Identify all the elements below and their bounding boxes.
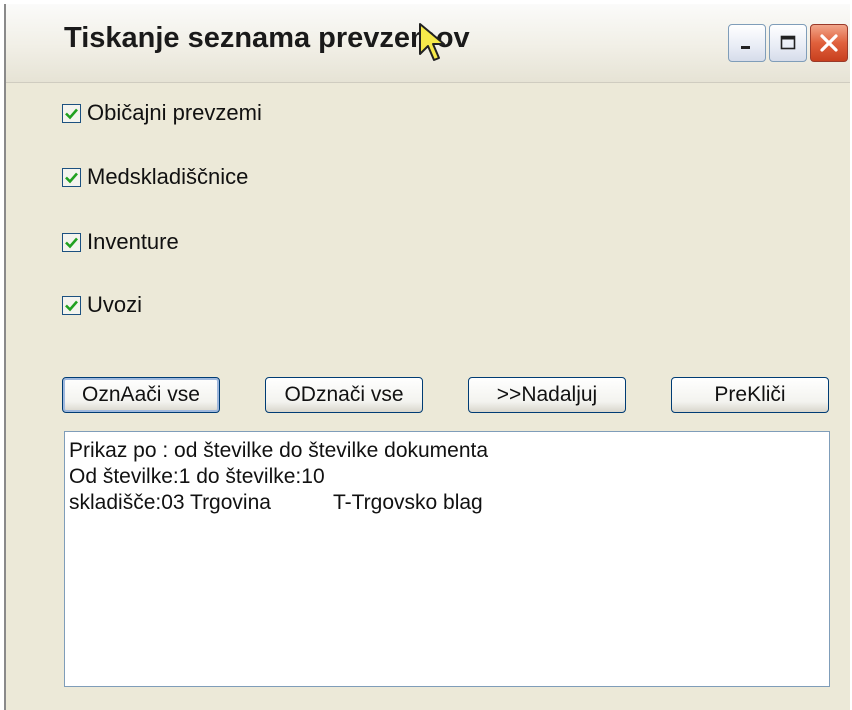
warehouse-label: skladišče:03 Trgovina [69,491,271,514]
list-item: Od številke:1 do številke:10 [69,465,325,488]
maximize-button[interactable] [769,24,807,62]
deselect-all-button[interactable]: ODznači vse [265,377,423,413]
minimize-button[interactable] [728,24,766,62]
checkbox-medskladiscnice[interactable]: Medskladiščnice [62,164,249,189]
select-all-button[interactable]: OznAači vse [62,377,220,413]
dialog-window: Tiskanje seznama prevzemov Običajni prev… [4,4,850,710]
checkbox-label: Običajni prevzemi [87,100,262,125]
checkmark-icon [65,237,78,248]
warehouse-type: T-Trgovsko blag [332,491,483,514]
checkbox-label: Inventure [87,229,179,254]
continue-button[interactable]: >>Nadaljuj [468,377,626,413]
checkbox-box[interactable] [62,167,81,187]
checkbox-box[interactable] [62,232,81,252]
window-title: Tiskanje seznama prevzemov [64,22,470,54]
close-icon [820,34,838,52]
close-button[interactable] [810,24,848,62]
checkbox-label: Uvozi [87,292,143,317]
checkbox-box[interactable] [62,103,81,123]
minimize-icon [741,46,750,49]
mouse-cursor-icon [419,23,445,61]
list-item: skladišče:03 Trgovina T-Trgovsko blag [69,490,825,516]
maximize-icon [780,35,796,50]
checkbox-box[interactable] [62,295,81,315]
checkbox-obicajni-prevzemi[interactable]: Običajni prevzemi [62,100,262,125]
checkmark-icon [65,172,78,183]
checkmark-icon [65,108,78,119]
checkmark-icon [65,300,78,311]
info-listbox[interactable]: Prikaz po : od številke do številke doku… [64,431,830,687]
checkbox-label: Medskladiščnice [87,164,249,189]
cancel-button[interactable]: PreKliči [671,377,829,413]
checkbox-inventure[interactable]: Inventure [62,229,179,254]
checkbox-uvozi[interactable]: Uvozi [62,292,143,317]
list-item: Prikaz po : od številke do številke doku… [69,439,489,462]
